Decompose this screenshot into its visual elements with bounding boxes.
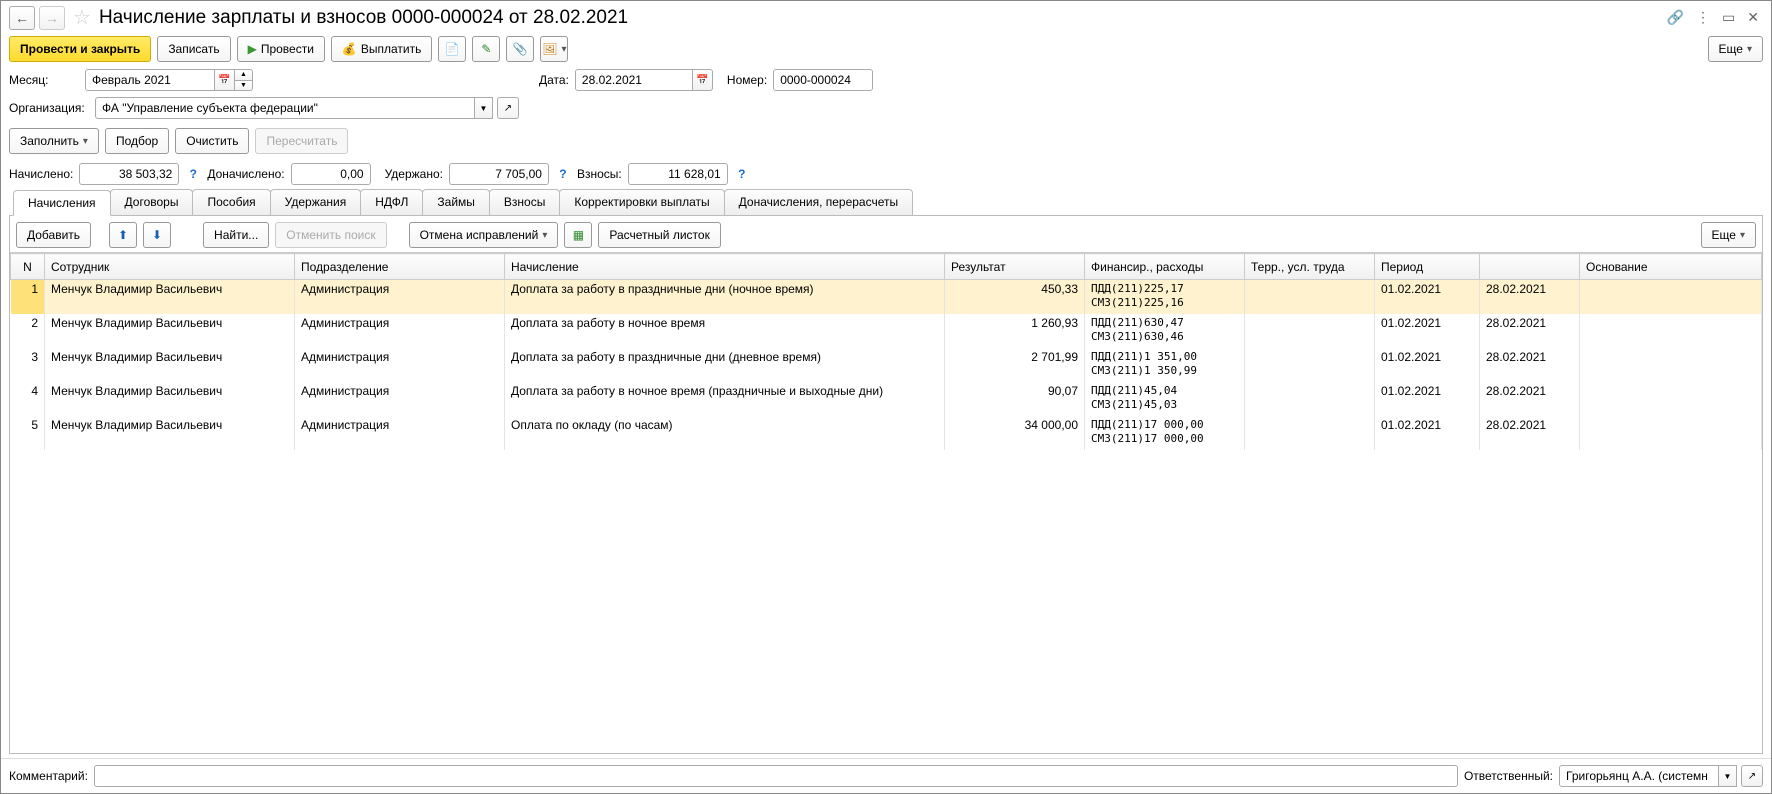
col-period-end[interactable] [1480,254,1580,280]
additional-label: Доначислено: [207,167,284,181]
nav-forward-button[interactable]: → [39,6,65,30]
accrued-help-icon[interactable]: ? [185,166,201,182]
print-menu-button[interactable]: 🖼 [540,36,568,62]
nav-back-button[interactable]: ← [9,6,35,30]
tab-contracts[interactable]: Договоры [110,189,194,215]
page-title: Начисление зарплаты и взносов 0000-00002… [99,7,1663,29]
tab-corr[interactable]: Корректировки выплаты [559,189,724,215]
number-label: Номер: [727,73,767,87]
fill-button[interactable]: Заполнить [9,128,99,154]
col-territory[interactable]: Терр., усл. труда [1245,254,1375,280]
col-period[interactable]: Период [1375,254,1480,280]
month-input[interactable] [85,69,215,91]
col-accrual[interactable]: Начисление [505,254,945,280]
accruals-table[interactable]: N Сотрудник Подразделение Начисление Рез… [10,253,1762,450]
org-dropdown-button[interactable]: ▼ [475,97,493,119]
maximize-icon[interactable]: ▭ [1722,9,1735,26]
tab-more-button[interactable]: Еще [1701,222,1756,248]
close-icon[interactable]: ✕ [1747,9,1759,26]
col-basis[interactable]: Основание [1580,254,1762,280]
link-icon[interactable]: 🔗 [1667,9,1684,26]
cancel-search-button: Отменить поиск [275,222,386,248]
org-open-button[interactable]: ↗ [497,97,519,119]
col-result[interactable]: Результат [945,254,1085,280]
accrued-value: 38 503,32 [79,163,179,185]
recalc-button: Пересчитать [255,128,348,154]
withheld-label: Удержано: [385,167,443,181]
additional-value: 0,00 [291,163,371,185]
cancel-corrections-button[interactable]: Отмена исправлений [409,222,559,248]
edit-mode-button[interactable]: ✎ [472,36,500,62]
responsible-dropdown-button[interactable]: ▼ [1719,765,1737,787]
tab-contributions[interactable]: Взносы [489,189,560,215]
add-button[interactable]: Добавить [16,222,91,248]
more-menu-button[interactable]: Еще [1708,36,1763,62]
date-input[interactable] [575,69,693,91]
menu-icon[interactable]: ⋮ [1696,9,1710,26]
tab-deductions[interactable]: Удержания [270,189,362,215]
comment-label: Комментарий: [9,769,88,783]
col-financing[interactable]: Финансир., расходы [1085,254,1245,280]
withheld-value: 7 705,00 [449,163,549,185]
table-row[interactable]: 4Менчук Владимир ВасильевичАдминистрация… [11,382,1762,416]
col-department[interactable]: Подразделение [295,254,505,280]
post-button[interactable]: ▶ Провести [237,36,325,62]
post-icon: ▶ [248,42,257,56]
comment-input[interactable] [94,765,1458,787]
month-up-button[interactable]: ▲ [235,69,253,81]
tab-ndfl[interactable]: НДФЛ [360,189,423,215]
tab-benefits[interactable]: Пособия [192,189,270,215]
month-calendar-button[interactable]: 📅 [215,69,235,91]
number-input[interactable] [773,69,873,91]
move-down-button[interactable]: ⬇ [143,222,171,248]
attachments-button[interactable]: 📎 [506,36,534,62]
contrib-value: 11 628,01 [628,163,728,185]
date-label: Дата: [539,73,569,87]
favorite-star-icon[interactable]: ☆ [73,5,91,30]
accrued-label: Начислено: [9,167,73,181]
clear-button[interactable]: Очистить [175,128,249,154]
org-label: Организация: [9,101,89,115]
responsible-open-button[interactable]: ↗ [1741,765,1763,787]
post-and-close-button[interactable]: Провести и закрыть [9,36,151,62]
month-down-button[interactable]: ▼ [235,81,253,92]
payslip-button[interactable]: Расчетный листок [598,222,720,248]
contrib-label: Взносы: [577,167,622,181]
date-calendar-button[interactable]: 📅 [693,69,713,91]
col-employee[interactable]: Сотрудник [45,254,295,280]
responsible-input[interactable] [1559,765,1719,787]
withheld-help-icon[interactable]: ? [555,166,571,182]
table-row[interactable]: 3Менчук Владимир ВасильевичАдминистрация… [11,348,1762,382]
tab-accruals[interactable]: Начисления [13,190,111,216]
table-row[interactable]: 5Менчук Владимир ВасильевичАдминистрация… [11,416,1762,450]
tab-recalc[interactable]: Доначисления, перерасчеты [724,189,913,215]
contrib-help-icon[interactable]: ? [734,166,750,182]
col-n[interactable]: N [11,254,45,280]
find-button[interactable]: Найти... [203,222,269,248]
table-row[interactable]: 1Менчук Владимир ВасильевичАдминистрация… [11,280,1762,314]
table-row[interactable]: 2Менчук Владимир ВасильевичАдминистрация… [11,314,1762,348]
save-button[interactable]: Записать [157,36,230,62]
pay-icon: 💰 [342,42,357,56]
pay-button[interactable]: 💰 Выплатить [331,36,432,62]
pick-button[interactable]: Подбор [105,128,169,154]
move-up-button[interactable]: ⬆ [109,222,137,248]
report-button[interactable]: 📄 [438,36,466,62]
tab-loans[interactable]: Займы [422,189,490,215]
month-label: Месяц: [9,73,79,87]
show-details-button[interactable]: ▦ [564,222,592,248]
responsible-label: Ответственный: [1464,769,1553,783]
org-input[interactable] [95,97,475,119]
